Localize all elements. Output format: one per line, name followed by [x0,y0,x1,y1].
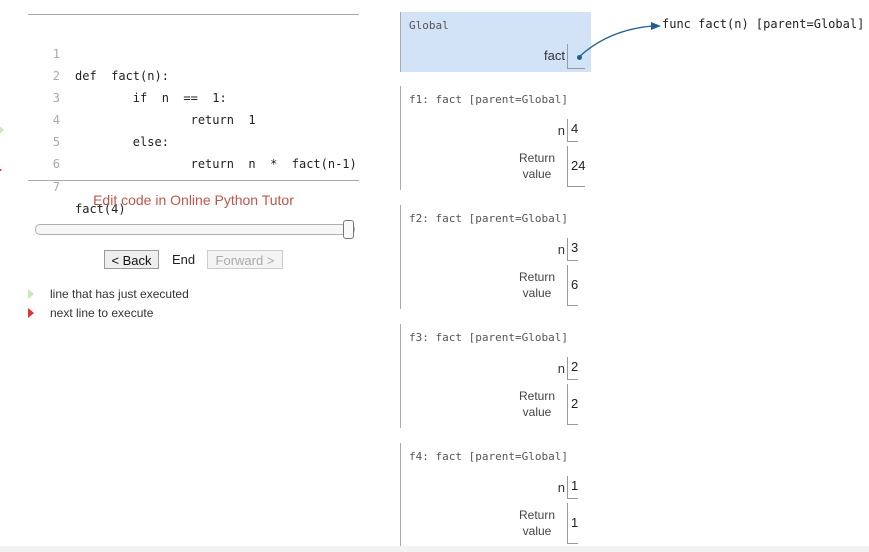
footer-strip [0,546,869,552]
pointer-arrow [578,22,661,58]
heap-function-object: func fact(n) [parent=Global] [662,17,865,31]
